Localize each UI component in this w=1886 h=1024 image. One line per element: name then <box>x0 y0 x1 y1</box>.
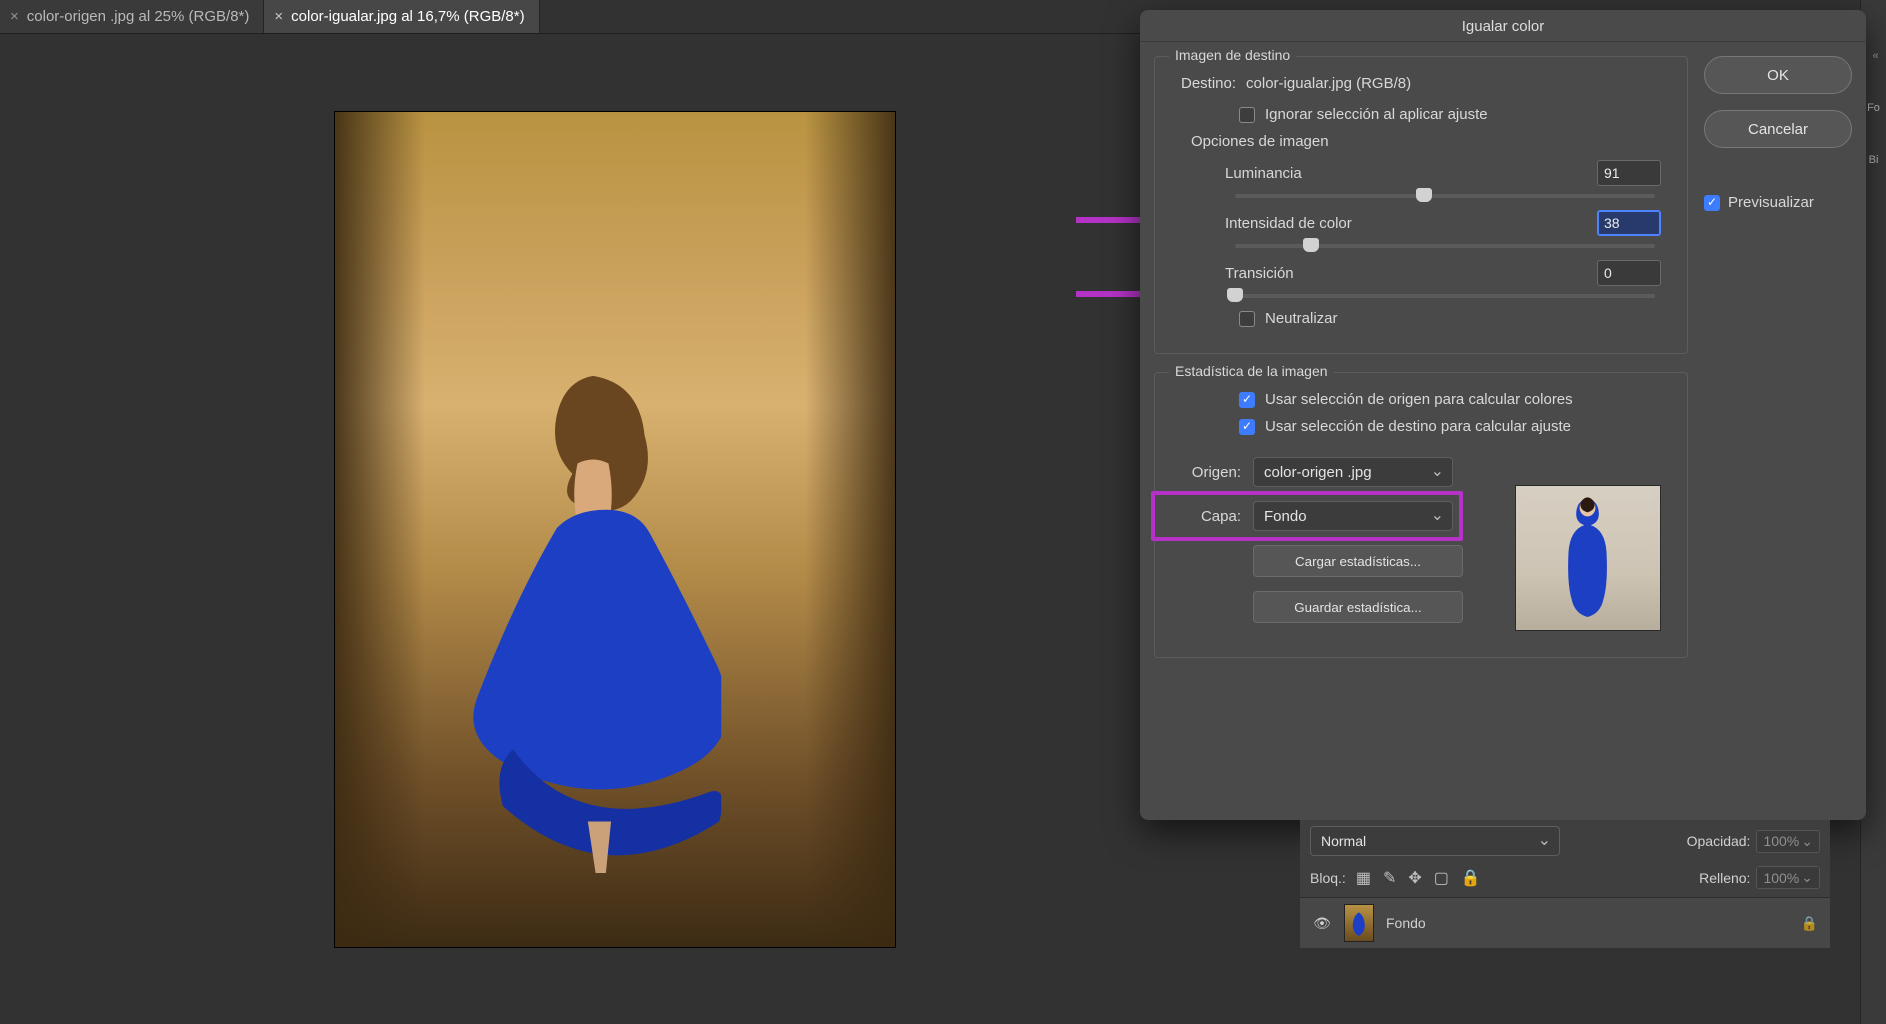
fill-value: 100% <box>1763 870 1799 886</box>
luminance-control: Luminancia <box>1181 160 1661 198</box>
lock-icon: 🔒 <box>1801 915 1818 932</box>
luminance-input[interactable] <box>1597 160 1661 186</box>
preview-label: Previsualizar <box>1728 194 1814 211</box>
color-intensity-slider[interactable] <box>1235 244 1655 248</box>
image-statistics-section: Estadística de la imagen Usar selección … <box>1154 372 1688 658</box>
chevron-down-icon: ⌄ <box>1801 833 1813 850</box>
use-target-selection-label: Usar selección de destino para calcular … <box>1265 418 1571 435</box>
collapse-icon[interactable]: « <box>1872 50 1874 62</box>
use-source-selection-label: Usar selección de origen para calcular c… <box>1265 391 1573 408</box>
image-subject <box>464 345 722 896</box>
lock-all-icon[interactable]: 🔒 <box>1461 868 1481 888</box>
fade-label: Transición <box>1225 265 1294 282</box>
lock-label: Bloq.: <box>1310 870 1346 886</box>
source-thumbnail <box>1515 485 1661 631</box>
destination-value: color-igualar.jpg (RGB/8) <box>1246 75 1411 92</box>
tab-label: color-origen .jpg al 25% (RGB/8*) <box>27 8 250 25</box>
color-intensity-control: Intensidad de color <box>1181 210 1661 248</box>
match-color-dialog: Igualar color Imagen de destino Destino:… <box>1140 10 1866 820</box>
dialog-side-buttons: OK Cancelar Previsualizar <box>1704 56 1852 658</box>
color-intensity-label: Intensidad de color <box>1225 215 1352 232</box>
lock-transparency-icon[interactable]: ▦ <box>1356 868 1371 888</box>
ok-button[interactable]: OK <box>1704 56 1852 94</box>
destination-label: Destino: <box>1181 75 1236 92</box>
lock-pixels-icon[interactable]: ✎ <box>1383 868 1396 888</box>
layer-select[interactable]: Fondo <box>1253 501 1453 531</box>
panel-tab-label[interactable]: Fo <box>1867 102 1880 114</box>
close-icon[interactable]: × <box>10 8 19 25</box>
visibility-icon[interactable]: 👁 <box>1312 915 1332 932</box>
layer-name: Fondo <box>1386 915 1426 931</box>
ignore-selection-checkbox[interactable] <box>1239 107 1255 123</box>
document-tab[interactable]: × color-origen .jpg al 25% (RGB/8*) <box>0 0 264 33</box>
tab-label: color-igualar.jpg al 16,7% (RGB/8*) <box>291 8 524 25</box>
save-statistics-button[interactable]: Guardar estadística... <box>1253 591 1463 623</box>
layer-select-value: Fondo <box>1264 508 1307 525</box>
layer-label: Capa: <box>1181 508 1241 525</box>
opacity-input[interactable]: 100% ⌄ <box>1756 830 1820 853</box>
color-intensity-input[interactable] <box>1597 210 1661 236</box>
preview-checkbox[interactable] <box>1704 195 1720 211</box>
luminance-slider[interactable] <box>1235 194 1655 198</box>
layers-panel: Normal Opacidad: 100% ⌄ Bloq.: ▦ ✎ ✥ ▢ 🔒… <box>1300 820 1830 948</box>
document-image[interactable] <box>335 112 895 947</box>
canvas-area[interactable] <box>0 34 1230 1024</box>
blend-mode-select[interactable]: Normal <box>1310 826 1560 856</box>
blend-mode-value: Normal <box>1321 833 1366 849</box>
source-label: Origen: <box>1181 464 1241 481</box>
ignore-selection-label: Ignorar selección al aplicar ajuste <box>1265 106 1488 123</box>
slider-thumb[interactable] <box>1416 188 1432 202</box>
layer-thumbnail[interactable] <box>1344 904 1374 942</box>
document-tab[interactable]: × color-igualar.jpg al 16,7% (RGB/8*) <box>264 0 539 33</box>
slider-thumb[interactable] <box>1227 288 1243 302</box>
slider-thumb[interactable] <box>1303 238 1319 252</box>
destination-image-section: Imagen de destino Destino: color-igualar… <box>1154 56 1688 354</box>
cancel-button[interactable]: Cancelar <box>1704 110 1852 148</box>
section-legend: Estadística de la imagen <box>1169 363 1334 379</box>
lock-position-icon[interactable]: ✥ <box>1408 868 1421 888</box>
load-statistics-button[interactable]: Cargar estadísticas... <box>1253 545 1463 577</box>
fade-input[interactable] <box>1597 260 1661 286</box>
chevron-down-icon: ⌄ <box>1801 869 1813 886</box>
fade-control: Transición <box>1181 260 1661 298</box>
lock-icons-group: ▦ ✎ ✥ ▢ 🔒 <box>1356 868 1481 888</box>
luminance-label: Luminancia <box>1225 165 1302 182</box>
use-source-selection-checkbox[interactable] <box>1239 392 1255 408</box>
image-options-label: Opciones de imagen <box>1191 133 1661 150</box>
opacity-label: Opacidad: <box>1687 833 1751 849</box>
dialog-title: Igualar color <box>1140 10 1866 42</box>
neutralize-label: Neutralizar <box>1265 310 1338 327</box>
opacity-value: 100% <box>1763 833 1799 849</box>
use-target-selection-checkbox[interactable] <box>1239 419 1255 435</box>
fill-input[interactable]: 100% ⌄ <box>1756 866 1820 889</box>
panel-tab-label[interactable]: Bi <box>1869 154 1879 166</box>
fade-slider[interactable] <box>1235 294 1655 298</box>
source-select-value: color-origen .jpg <box>1264 464 1372 481</box>
lock-artboard-icon[interactable]: ▢ <box>1434 868 1449 888</box>
fill-label: Relleno: <box>1699 870 1750 886</box>
layer-row[interactable]: 👁 Fondo 🔒 <box>1300 898 1830 948</box>
neutralize-checkbox[interactable] <box>1239 311 1255 327</box>
close-icon[interactable]: × <box>274 8 283 25</box>
source-select[interactable]: color-origen .jpg <box>1253 457 1453 487</box>
section-legend: Imagen de destino <box>1169 47 1296 63</box>
